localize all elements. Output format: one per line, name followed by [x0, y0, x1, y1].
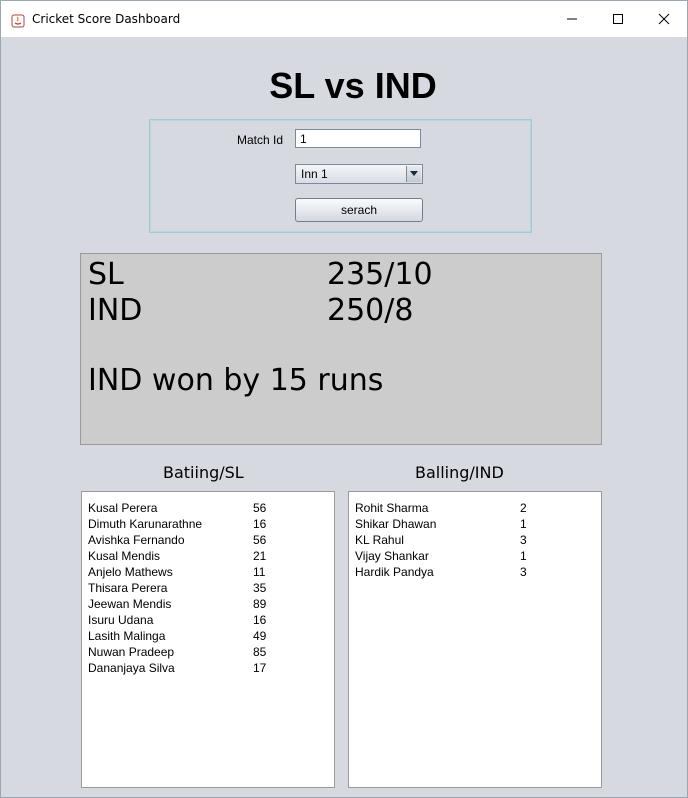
- team2-score: 250/8: [327, 293, 414, 328]
- match-result: IND won by 15 runs: [88, 363, 384, 398]
- score-panel: SL 235/10 IND 250/8 IND won by 15 runs: [80, 253, 602, 445]
- bowling-list[interactable]: Rohit Sharma 2 Shikar Dhawan 1 KL Rahul 3 V…: [348, 491, 602, 788]
- team1-name: SL: [88, 257, 124, 292]
- bowler-name: Vijay Shankar: [355, 549, 429, 563]
- list-item[interactable]: Dananjaya Silva 17: [88, 660, 266, 676]
- player-name: Kusal Perera: [88, 501, 158, 515]
- innings-dropdown[interactable]: Inn 1: [295, 164, 423, 184]
- list-item[interactable]: Anjelo Mathews 11: [88, 564, 265, 580]
- content-pane: SL vs IND Match Id Inn 1 serach SL 235/1…: [1, 37, 687, 797]
- player-runs: 56: [253, 501, 267, 515]
- chevron-down-icon[interactable]: [406, 166, 421, 182]
- player-name: Avishka Fernando: [88, 533, 185, 547]
- player-name: Nuwan Pradeep: [88, 645, 175, 659]
- list-item[interactable]: Thisara Perera 35: [88, 580, 266, 596]
- list-item[interactable]: Jeewan Mendis 89: [88, 596, 266, 612]
- list-item[interactable]: Kusal Mendis 21: [88, 548, 266, 564]
- list-item[interactable]: Shikar Dhawan 1: [355, 516, 527, 532]
- bowler-name: Shikar Dhawan: [355, 517, 437, 531]
- player-name: Dimuth Karunarathne: [88, 517, 203, 531]
- player-runs: 17: [253, 661, 267, 675]
- match-id-label: Match Id: [237, 133, 284, 147]
- innings-selected-value: Inn 1: [301, 167, 328, 181]
- bowler-wickets: 1: [520, 549, 527, 563]
- player-name: Isuru Udana: [88, 613, 154, 627]
- player-runs: 11: [253, 565, 266, 579]
- list-item[interactable]: Isuru Udana 16: [88, 612, 266, 628]
- bowler-wickets: 3: [520, 533, 527, 547]
- window-title: Cricket Score Dashboard: [32, 12, 181, 26]
- team1-score: 235/10: [327, 257, 433, 292]
- list-item[interactable]: Kusal Perera 56: [88, 500, 266, 516]
- bowler-wickets: 2: [520, 501, 527, 515]
- list-item[interactable]: Rohit Sharma 2: [355, 500, 527, 516]
- minimize-icon: [566, 10, 578, 29]
- list-item[interactable]: Vijay Shankar 1: [355, 548, 527, 564]
- player-name: Lasith Malinga: [88, 629, 166, 643]
- maximize-button[interactable]: [595, 1, 641, 37]
- bowler-name: Hardik Pandya: [355, 565, 434, 579]
- title-bar[interactable]: Cricket Score Dashboard: [1, 1, 687, 37]
- player-name: Dananjaya Silva: [88, 661, 175, 675]
- minimize-button[interactable]: [549, 1, 595, 37]
- player-runs: 35: [253, 581, 267, 595]
- match-id-input[interactable]: [295, 129, 421, 148]
- bowler-name: Rohit Sharma: [355, 501, 429, 515]
- player-name: Kusal Mendis: [88, 549, 161, 563]
- search-button[interactable]: serach: [295, 198, 423, 222]
- maximize-icon: [612, 10, 624, 29]
- team2-name: IND: [88, 293, 143, 328]
- list-item[interactable]: Lasith Malinga 49: [88, 628, 266, 644]
- player-runs: 21: [253, 549, 267, 563]
- list-item[interactable]: Avishka Fernando 56: [88, 532, 266, 548]
- player-runs: 16: [253, 517, 267, 531]
- list-item[interactable]: KL Rahul 3: [355, 532, 527, 548]
- list-item[interactable]: Dimuth Karunarathne 16: [88, 516, 266, 532]
- player-runs: 89: [253, 597, 267, 611]
- java-app-icon: [11, 13, 25, 28]
- player-name: Jeewan Mendis: [88, 597, 172, 611]
- player-runs: 56: [253, 533, 267, 547]
- player-name: Thisara Perera: [88, 581, 168, 595]
- player-runs: 85: [253, 645, 267, 659]
- bowler-wickets: 3: [520, 565, 527, 579]
- batting-list[interactable]: Kusal Perera 56 Dimuth Karunarathne 16 Avi…: [81, 491, 335, 788]
- match-title: SL vs IND: [269, 65, 437, 106]
- list-item[interactable]: Nuwan Pradeep 85: [88, 644, 266, 660]
- bowler-name: KL Rahul: [355, 533, 404, 547]
- batting-heading: Batiing/SL: [163, 463, 244, 482]
- player-runs: 49: [253, 629, 267, 643]
- close-icon: [658, 10, 670, 29]
- close-button[interactable]: [641, 1, 687, 37]
- app-window: Cricket Score Dashboard SL vs IND Match …: [0, 0, 688, 798]
- player-runs: 16: [253, 613, 267, 627]
- bowler-wickets: 1: [520, 517, 527, 531]
- list-item[interactable]: Hardik Pandya 3: [355, 564, 527, 580]
- bowling-heading: Balling/IND: [415, 463, 504, 482]
- player-name: Anjelo Mathews: [88, 565, 173, 579]
